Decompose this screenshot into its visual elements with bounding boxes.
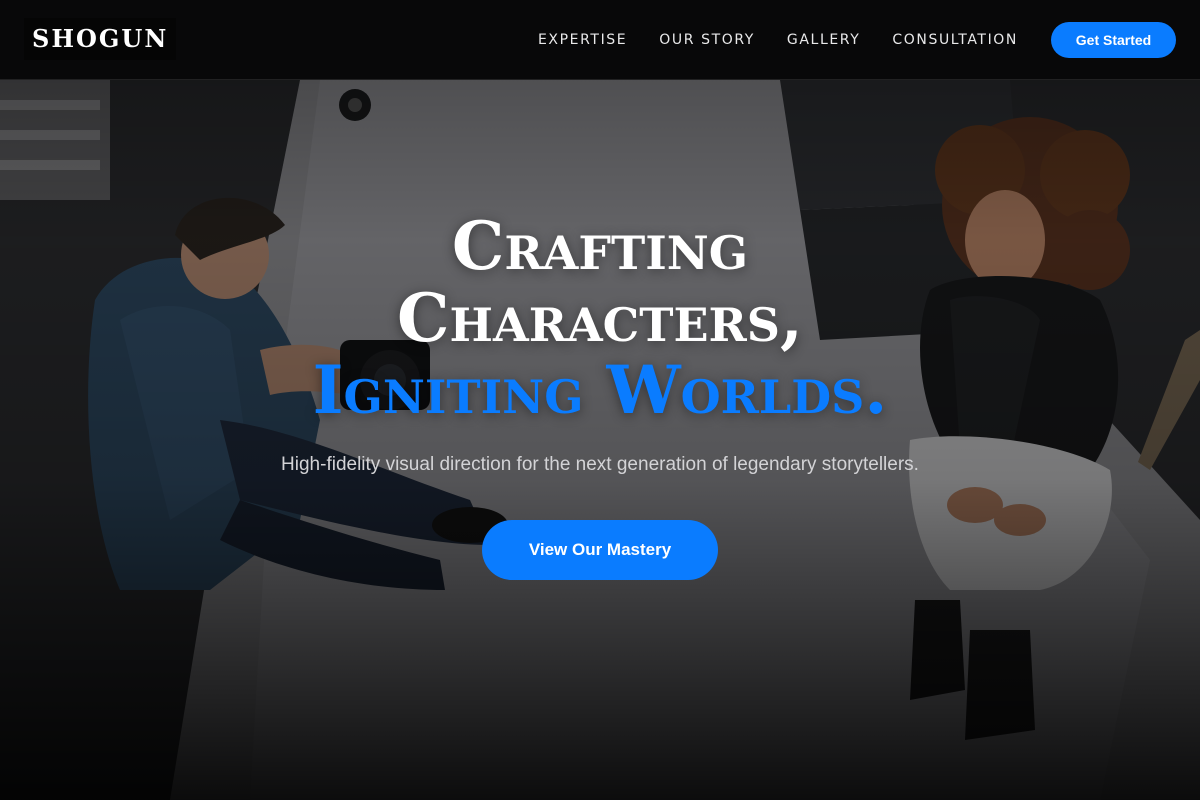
hero-subtitle: High-fidelity visual direction for the n… [281, 454, 919, 475]
view-our-mastery-button[interactable]: View Our Mastery [482, 520, 718, 580]
nav-link-consultation[interactable]: CONSULTATION [892, 32, 1018, 48]
brand-logo[interactable]: SHOGUN [24, 18, 177, 60]
hero-title: Crafting Characters, Igniting Worlds. [0, 210, 1200, 426]
hero-title-line-2: Characters, [397, 279, 803, 357]
nav-link-expertise[interactable]: EXPERTISE [538, 32, 627, 48]
top-navbar: SHOGUN EXPERTISE OUR STORY GALLERY CONSU… [0, 0, 1200, 80]
hero-title-line-1: Crafting [451, 207, 749, 285]
nav-link-our-story[interactable]: OUR STORY [659, 32, 755, 48]
nav-link-gallery[interactable]: GALLERY [787, 32, 860, 48]
nav-menu: EXPERTISE OUR STORY GALLERY CONSULTATION [538, 0, 1018, 80]
get-started-button[interactable]: Get Started [1051, 22, 1176, 58]
hero-title-accent-line: Igniting Worlds. [312, 351, 888, 429]
